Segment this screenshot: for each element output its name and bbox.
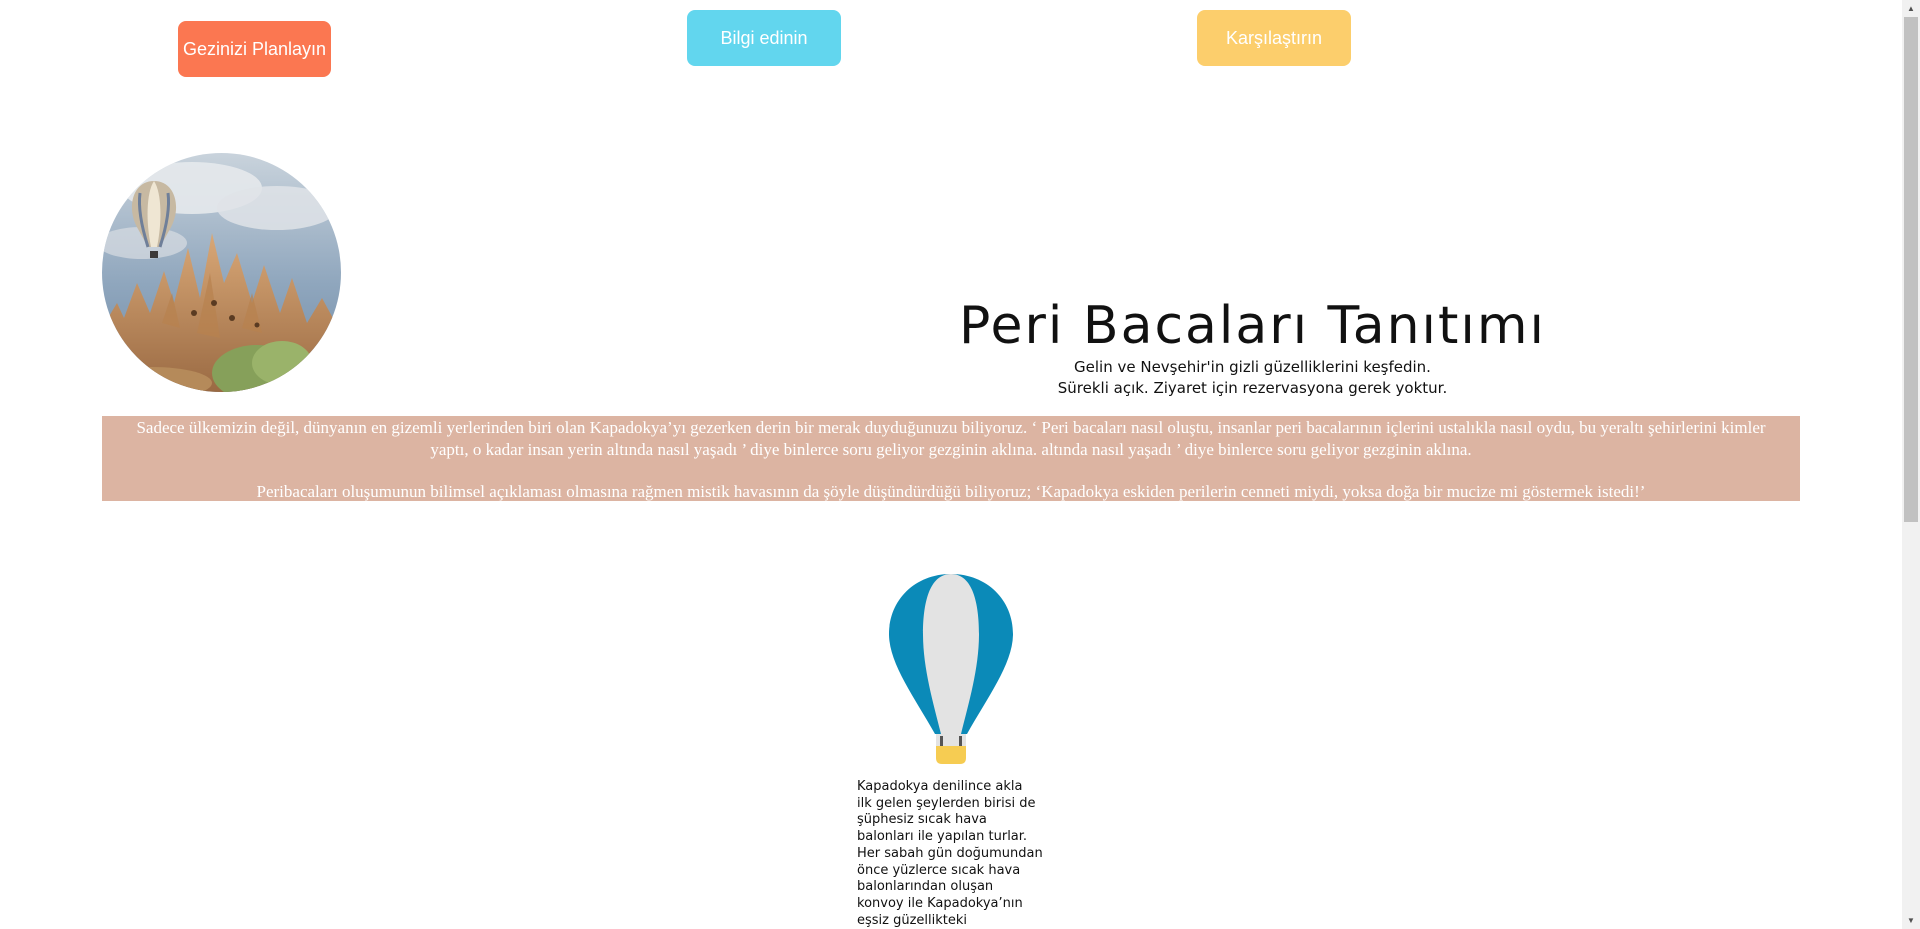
vertical-scrollbar[interactable]: ▲ ▼ — [1902, 0, 1920, 929]
hero-subtitle-line-2: Sürekli açık. Ziyaret için rezervasyona … — [1057, 379, 1448, 397]
intro-section: Sadece ülkemizin değil, dünyanın en gize… — [102, 416, 1800, 501]
hero-subtitle-line-1: Gelin ve Nevşehir'in gizli güzelliklerin… — [1074, 358, 1431, 376]
scrollbar-thumb[interactable] — [1904, 17, 1918, 522]
hero-title-block: Peri Bacaları Tanıtımı Gelin ve Nevşehir… — [940, 296, 1565, 398]
intro-paragraph-2: Peribacaları oluşumunun bilimsel açıklam… — [256, 482, 1646, 501]
page-title: Peri Bacaları Tanıtımı — [959, 296, 1546, 356]
hot-air-balloon-icon — [889, 574, 1013, 764]
balloon-tours-text: Kapadokya denilince akla ilk gelen şeyle… — [857, 779, 1043, 928]
intro-paragraph-1: Sadece ülkemizin değil, dünyanın en gize… — [136, 418, 1766, 459]
page: Gezinizi Planlayın Bilgi edinin Karşılaş… — [0, 0, 1902, 929]
cappadocia-photo-illustration — [102, 153, 341, 392]
plan-trip-button[interactable]: Gezinizi Planlayın — [178, 21, 331, 77]
get-info-button[interactable]: Bilgi edinin — [687, 10, 841, 66]
scroll-down-arrow-icon[interactable]: ▼ — [1902, 912, 1920, 929]
cappadocia-photo — [102, 153, 341, 392]
scroll-up-arrow-icon[interactable]: ▲ — [1902, 0, 1920, 17]
compare-button[interactable]: Karşılaştırın — [1197, 10, 1351, 66]
